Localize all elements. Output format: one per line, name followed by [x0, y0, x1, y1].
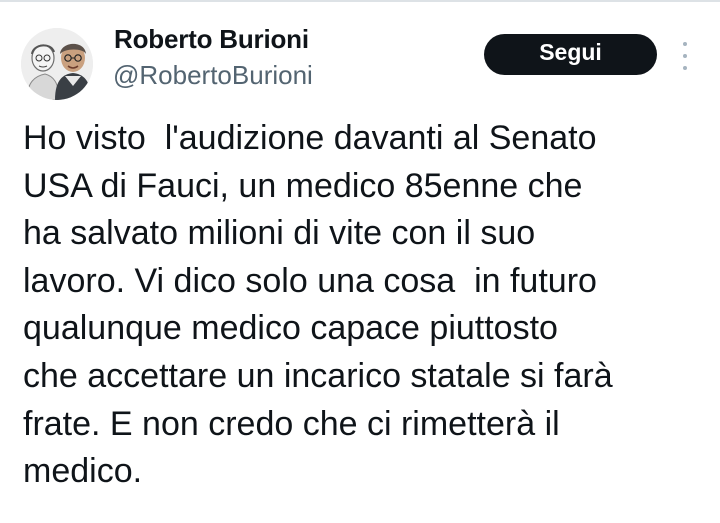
tweet-text-line: USA di Fauci, un medico 85enne che [23, 166, 583, 205]
vertical-ellipsis-icon [683, 66, 687, 70]
tweet-text-line: Ho visto l'audizione davanti al Senato [23, 119, 597, 157]
tweet-card: Roberto Burioni @RobertoBurioni Segui Ho… [0, 0, 720, 523]
tweet-text-line: lavoro. Vi dico solo una cosa in futuro [23, 261, 597, 300]
follow-button[interactable]: Segui [484, 34, 657, 75]
vertical-ellipsis-icon [683, 42, 687, 46]
top-divider [0, 0, 720, 2]
tweet-text-line: qualunque medico capace piuttosto [23, 309, 558, 348]
tweet-text-line: medico. [23, 452, 143, 491]
profile-photo-icon [21, 28, 93, 100]
tweet-text-line: che accettare un incarico statale si far… [23, 356, 613, 395]
tweet-text: Ho visto l'audizione davanti al Senato U… [23, 115, 713, 496]
more-options-button[interactable] [676, 40, 694, 72]
author-avatar[interactable] [21, 28, 93, 100]
tweet-text-line: ha salvato milioni di vite con il suo [23, 214, 536, 253]
vertical-ellipsis-icon [683, 54, 687, 58]
author-handle[interactable]: @RobertoBurioni [113, 60, 313, 91]
tweet-text-line: frate. E non credo che ci rimetterà il [23, 404, 560, 443]
author-display-name[interactable]: Roberto Burioni [114, 24, 309, 55]
